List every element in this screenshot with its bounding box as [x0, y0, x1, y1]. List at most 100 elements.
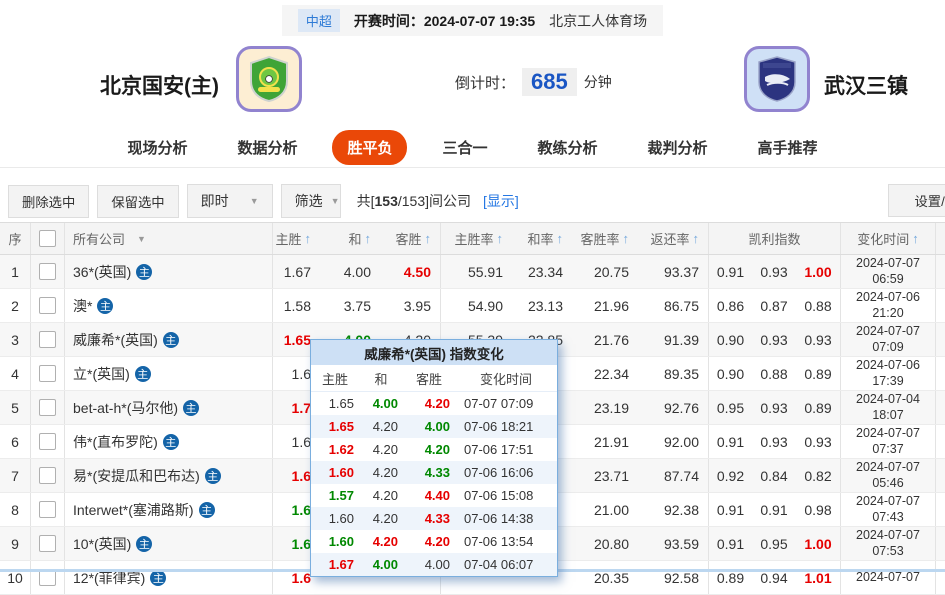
company-cell[interactable]: 澳* 主 [64, 289, 272, 322]
row-checkbox[interactable] [39, 433, 56, 450]
kelly-win: 0.91 [708, 255, 752, 288]
popup-draw: 4.00 [372, 557, 398, 572]
company-cell[interactable]: 12*(菲律宾) 主 [64, 561, 272, 594]
row-checkbox-cell [30, 561, 64, 594]
col-kelly: 凯利指数 [708, 223, 840, 254]
delete-selected-button[interactable]: 删除选中 [8, 184, 90, 218]
countdown: 倒计时： 685 分钟 [455, 68, 612, 96]
analysis-tab[interactable]: 裁判分析 [633, 130, 723, 165]
row-checkbox[interactable] [39, 297, 56, 314]
stub-cell [935, 425, 945, 458]
col-payout[interactable]: 返还率 ↑ [638, 223, 708, 254]
stub-cell [935, 255, 945, 288]
kelly-draw: 0.93 [760, 399, 788, 416]
row-checkbox-cell [30, 255, 64, 288]
lose-rate: 21.00 [593, 501, 629, 518]
select-all-checkbox[interactable] [39, 230, 56, 247]
popup-time: 07-06 17:51 [464, 442, 534, 457]
col-draw[interactable]: 和 ↑ [320, 223, 380, 254]
away-team-name: 武汉三镇 [824, 75, 908, 98]
stub-cell [935, 527, 945, 560]
col-win[interactable]: 主胜 ↑ [272, 223, 320, 254]
payout-rate: 92.76 [663, 399, 699, 416]
col-win-rate-label: 主胜率 [454, 232, 494, 247]
keep-selected-button[interactable]: 保留选中 [97, 184, 179, 218]
company-cell[interactable]: bet-at-h*(马尔他) 主 [64, 391, 272, 424]
col-lose[interactable]: 客胜 ↑ [380, 223, 440, 254]
col-win-rate[interactable]: 主胜率 ↑ [440, 223, 512, 254]
col-payout-label: 返还率 [650, 232, 690, 247]
lose-rate: 20.75 [593, 263, 629, 280]
row-checkbox[interactable] [39, 263, 56, 280]
change-time-clock: 07:37 [872, 441, 904, 456]
row-seq: 4 [11, 365, 19, 382]
host-odds-icon: 主 [198, 501, 215, 518]
popup-row: 1.57 4.20 4.40 07-06 15:08 [311, 484, 557, 507]
analysis-tab[interactable]: 数据分析 [222, 130, 312, 165]
show-link[interactable]: [显示] [483, 191, 519, 211]
kelly-draw: 0.84 [760, 467, 788, 484]
countdown-value: 685 [522, 68, 577, 96]
summary-prefix: 共[ [356, 193, 375, 209]
kelly-draw: 0.93 [760, 263, 788, 280]
col-change-time[interactable]: 变化时间 ↑ [840, 223, 935, 254]
league-badge[interactable]: 中超 [297, 9, 340, 32]
change-time: 2024-07-07 05:46 [840, 459, 935, 492]
kelly-lose: 0.82 [804, 467, 832, 484]
analysis-tab[interactable]: 教练分析 [523, 130, 613, 165]
col-draw-rate[interactable]: 和率 ↑ [512, 223, 572, 254]
row-checkbox[interactable] [39, 331, 56, 348]
row-checkbox[interactable] [39, 365, 56, 382]
payout-rate: 93.59 [663, 535, 699, 552]
analysis-tab[interactable]: 现场分析 [112, 130, 202, 165]
change-time-date: 2024-07-04 [856, 391, 920, 406]
company-cell[interactable]: Interwet*(塞浦路斯) 主 [64, 493, 272, 526]
chevron-down-icon: ▼ [249, 196, 259, 206]
change-time-date: 2024-07-07 [856, 323, 920, 338]
change-time: 2024-07-07 06:59 [840, 255, 935, 288]
popup-lose: 4.00 [424, 419, 450, 434]
company-cell[interactable]: 36*(英国) 主 [64, 255, 272, 288]
row-checkbox[interactable] [39, 467, 56, 484]
company-cell[interactable]: 威廉希*(英国) 主 [64, 323, 272, 356]
row-checkbox[interactable] [39, 535, 56, 552]
host-odds-icon: 主 [162, 331, 179, 348]
settings-select-button[interactable]: 设置/选择 [888, 184, 945, 217]
draw-rate: 23.13 [527, 297, 563, 314]
sort-up-icon: ↑ [304, 231, 312, 246]
change-time: 2024-07-06 21:20 [840, 289, 935, 322]
payout-rate: 89.35 [663, 365, 699, 382]
company-cell[interactable]: 伟*(直布罗陀) 主 [64, 425, 272, 458]
analysis-tab[interactable]: 胜平负 [332, 130, 408, 165]
host-odds-icon: 主 [97, 297, 114, 314]
lose-rate: 21.76 [593, 331, 629, 348]
col-lose-rate[interactable]: 客胜率 ↑ [572, 223, 638, 254]
company-name: 36*(英国) [73, 263, 132, 280]
analysis-tab[interactable]: 高手推荐 [743, 130, 833, 165]
analysis-tab[interactable]: 三合一 [427, 130, 502, 165]
summary-rest: /153]间公司 [397, 193, 472, 209]
popup-time: 07-06 15:08 [464, 488, 534, 503]
change-time-clock: 17:39 [872, 373, 904, 388]
filter-dropdown[interactable]: 筛选 ▼ [280, 184, 341, 218]
row-checkbox-cell [30, 459, 64, 492]
company-cell[interactable]: 易*(安提瓜和巴布达) 主 [64, 459, 272, 492]
kelly-win: 0.91 [708, 527, 752, 560]
col-select-all[interactable] [30, 223, 64, 254]
kelly-lose: 0.89 [804, 365, 832, 382]
company-cell[interactable]: 立*(英国) 主 [64, 357, 272, 390]
lose-rate: 21.91 [593, 433, 629, 450]
summary-count: 153 [374, 193, 398, 209]
col-stub [935, 223, 945, 254]
company-cell[interactable]: 10*(英国) 主 [64, 527, 272, 560]
change-time-date: 2024-07-07 [856, 255, 920, 270]
company-name: 10*(英国) [73, 535, 132, 552]
row-checkbox[interactable] [39, 501, 56, 518]
col-company[interactable]: 所有公司 ▼ [64, 223, 272, 254]
payout-rate: 86.75 [663, 297, 699, 314]
row-checkbox[interactable] [39, 399, 56, 416]
company-name: Interwet*(塞浦路斯) [73, 501, 194, 518]
change-time: 2024-07-07 07:53 [840, 527, 935, 560]
time-filter-dropdown[interactable]: 即时 ▼ [186, 184, 273, 218]
kickoff-time: 开赛时间：2024-07-07 19:35 [353, 12, 536, 29]
